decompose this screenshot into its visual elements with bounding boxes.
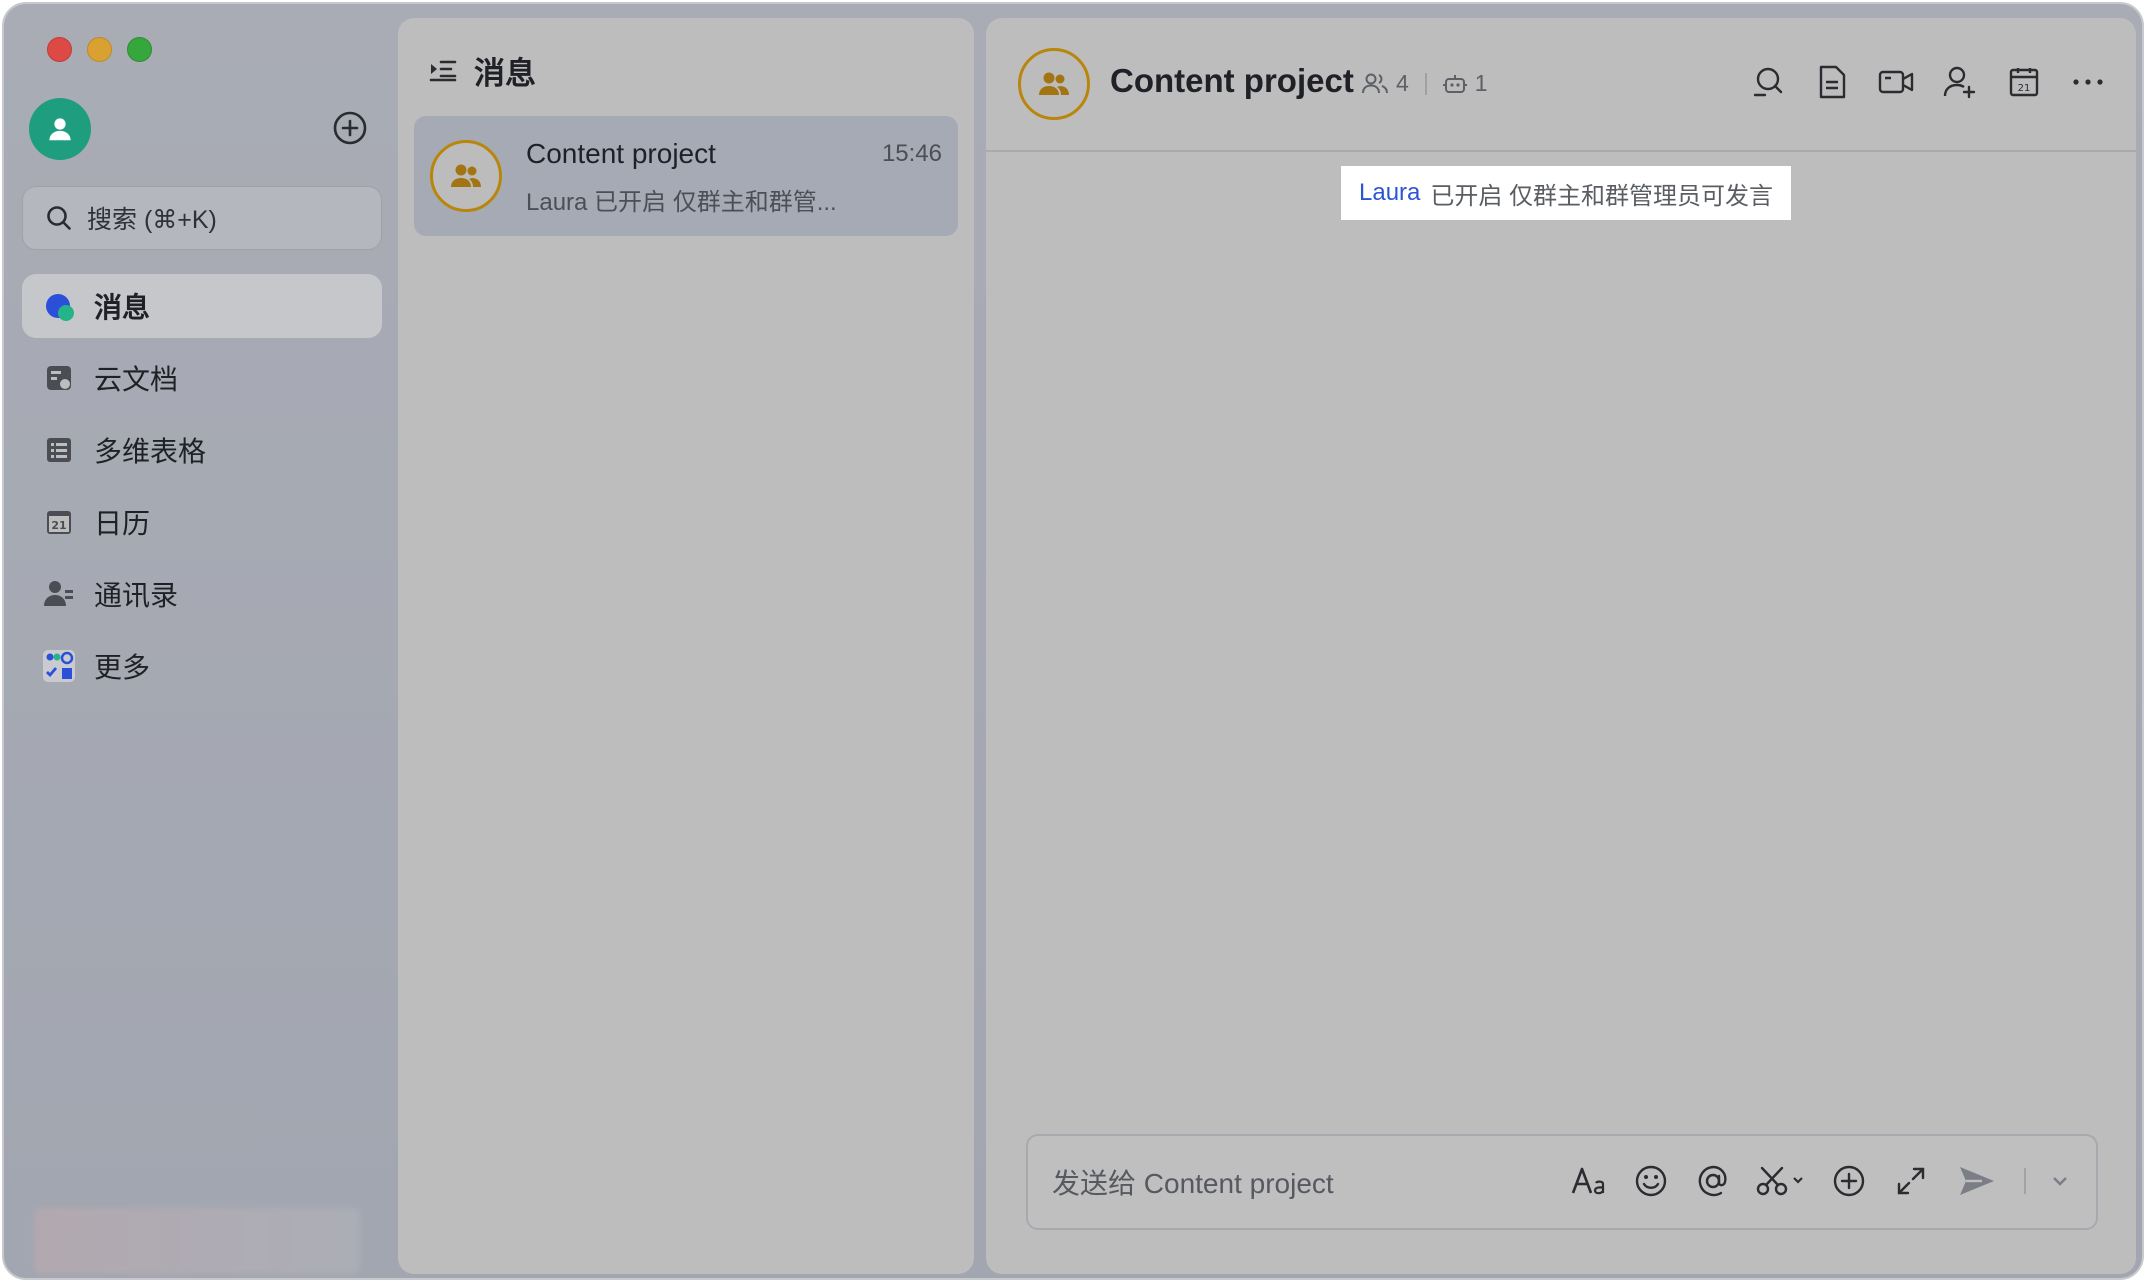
create-new-button[interactable] bbox=[332, 110, 368, 146]
add-user-icon bbox=[1943, 66, 1976, 99]
emoji-icon bbox=[1635, 1165, 1667, 1197]
search-icon bbox=[47, 206, 71, 230]
app-window: 搜索 (⌘+K) 消息 云文档 多维表格 21 日历 通讯录 更多 消息 Con… bbox=[0, 0, 2148, 1284]
contacts-icon bbox=[42, 577, 76, 611]
conversation-preview: Laura 已开启 仅群主和群管... bbox=[526, 189, 837, 216]
conversation-list-panel: 消息 Content project 15:46 Laura 已开启 仅群主和群… bbox=[398, 18, 974, 1274]
chat-title[interactable]: Content project bbox=[1110, 62, 1354, 100]
message-composer: 发送给 Content project bbox=[1026, 1134, 2098, 1230]
sidebar-item-label: 日历 bbox=[94, 508, 151, 539]
text-format-icon bbox=[1571, 1167, 1605, 1195]
docs-button[interactable] bbox=[1814, 64, 1850, 100]
sidebar-item-messages[interactable]: 消息 bbox=[22, 274, 382, 338]
window-frame: 搜索 (⌘+K) 消息 云文档 多维表格 21 日历 通讯录 更多 消息 Con… bbox=[2, 2, 2144, 1280]
calendar-icon: 21 bbox=[42, 505, 76, 539]
search-chat-button[interactable] bbox=[1750, 64, 1786, 100]
system-message-user[interactable]: Laura bbox=[1359, 179, 1420, 207]
search-placeholder: 搜索 (⌘+K) bbox=[87, 206, 217, 234]
plus-circle-icon bbox=[333, 111, 367, 145]
scissors-icon bbox=[1756, 1166, 1803, 1196]
messages-icon bbox=[42, 289, 76, 323]
more-apps-icon bbox=[42, 649, 76, 683]
message-input[interactable]: 发送给 Content project bbox=[1052, 1136, 1572, 1228]
list-title: 消息 bbox=[474, 56, 536, 91]
more-options-button[interactable] bbox=[2070, 64, 2106, 100]
sidebar-item-label: 消息 bbox=[94, 292, 151, 323]
close-window-button[interactable] bbox=[47, 37, 72, 62]
video-camera-icon bbox=[1878, 70, 1914, 94]
screenshot-button[interactable] bbox=[1756, 1162, 1806, 1200]
at-sign-icon bbox=[1698, 1165, 1727, 1197]
calendar-icon: 21 bbox=[2009, 68, 2039, 97]
chevron-down-icon bbox=[2053, 1177, 2067, 1186]
composer-divider bbox=[2024, 1168, 2026, 1194]
minimize-window-button[interactable] bbox=[87, 37, 112, 62]
format-text-button[interactable] bbox=[1570, 1162, 1608, 1200]
members-icon[interactable] bbox=[1362, 73, 1388, 95]
meta-divider bbox=[1424, 72, 1427, 95]
mention-button[interactable] bbox=[1694, 1162, 1732, 1200]
docs-icon bbox=[42, 361, 76, 395]
ellipsis-icon bbox=[2073, 79, 2103, 85]
sidebar-nav: 消息 云文档 多维表格 21 日历 通讯录 更多 bbox=[22, 274, 382, 706]
search-chat-icon bbox=[1753, 67, 1783, 97]
group-avatar[interactable] bbox=[1018, 48, 1090, 120]
svg-text:21: 21 bbox=[51, 519, 66, 532]
conversation-item[interactable]: Content project 15:46 Laura 已开启 仅群主和群管..… bbox=[414, 116, 958, 236]
sidebar-item-more[interactable]: 更多 bbox=[22, 634, 382, 698]
expand-icon bbox=[1897, 1167, 1925, 1195]
send-options-button[interactable] bbox=[2050, 1162, 2070, 1200]
expand-composer-button[interactable] bbox=[1892, 1162, 1930, 1200]
sidebar-item-calendar[interactable]: 21 日历 bbox=[22, 490, 382, 554]
document-icon bbox=[1819, 65, 1846, 99]
bot-icon[interactable] bbox=[1442, 73, 1467, 95]
user-avatar[interactable] bbox=[29, 98, 91, 160]
composer-toolbar bbox=[1570, 1162, 2070, 1200]
conversation-name: Content project bbox=[526, 138, 716, 169]
group-icon bbox=[451, 164, 481, 187]
sidebar-item-label: 更多 bbox=[94, 652, 151, 683]
system-message: Laura 已开启 仅群主和群管理员可发言 bbox=[1341, 166, 1792, 220]
base-table-icon bbox=[42, 433, 76, 467]
video-call-button[interactable] bbox=[1878, 64, 1914, 100]
maximize-window-button[interactable] bbox=[127, 37, 152, 62]
list-header: 消息 bbox=[428, 48, 536, 93]
sidebar-item-label: 云文档 bbox=[94, 364, 179, 395]
calendar-button[interactable]: 21 bbox=[2006, 64, 2042, 100]
chat-panel: Content project 4 1 21 Laura 已开启 仅群主和群管理… bbox=[986, 18, 2136, 1274]
group-avatar bbox=[430, 140, 502, 212]
chat-header: Content project 4 1 21 bbox=[986, 18, 2136, 152]
blurred-profile-area bbox=[34, 1208, 360, 1274]
conversation-time: 15:46 bbox=[881, 140, 942, 167]
system-message-text: 已开启 仅群主和群管理员可发言 bbox=[1430, 182, 1774, 210]
sidebar-item-label: 通讯录 bbox=[94, 580, 179, 611]
chat-header-actions: 21 bbox=[1750, 64, 2106, 100]
search-box[interactable]: 搜索 (⌘+K) bbox=[22, 186, 382, 250]
emoji-button[interactable] bbox=[1632, 1162, 1670, 1200]
member-count: 4 bbox=[1396, 70, 1409, 96]
add-member-button[interactable] bbox=[1942, 64, 1978, 100]
bot-count: 1 bbox=[1474, 70, 1488, 96]
chat-meta: 4 1 bbox=[1362, 70, 1488, 97]
collapse-sidebar-icon[interactable] bbox=[428, 56, 458, 86]
sidebar-item-docs[interactable]: 云文档 bbox=[22, 346, 382, 410]
send-button[interactable] bbox=[1954, 1162, 2000, 1200]
svg-text:21: 21 bbox=[2018, 83, 2031, 94]
sidebar-item-label: 多维表格 bbox=[94, 436, 207, 467]
attach-button[interactable] bbox=[1830, 1162, 1868, 1200]
plus-circle-icon bbox=[1833, 1165, 1865, 1197]
sidebar-item-base[interactable]: 多维表格 bbox=[22, 418, 382, 482]
group-icon bbox=[1039, 72, 1069, 95]
person-icon bbox=[49, 118, 71, 141]
sidebar-item-contacts[interactable]: 通讯录 bbox=[22, 562, 382, 626]
send-icon bbox=[1960, 1167, 1994, 1195]
